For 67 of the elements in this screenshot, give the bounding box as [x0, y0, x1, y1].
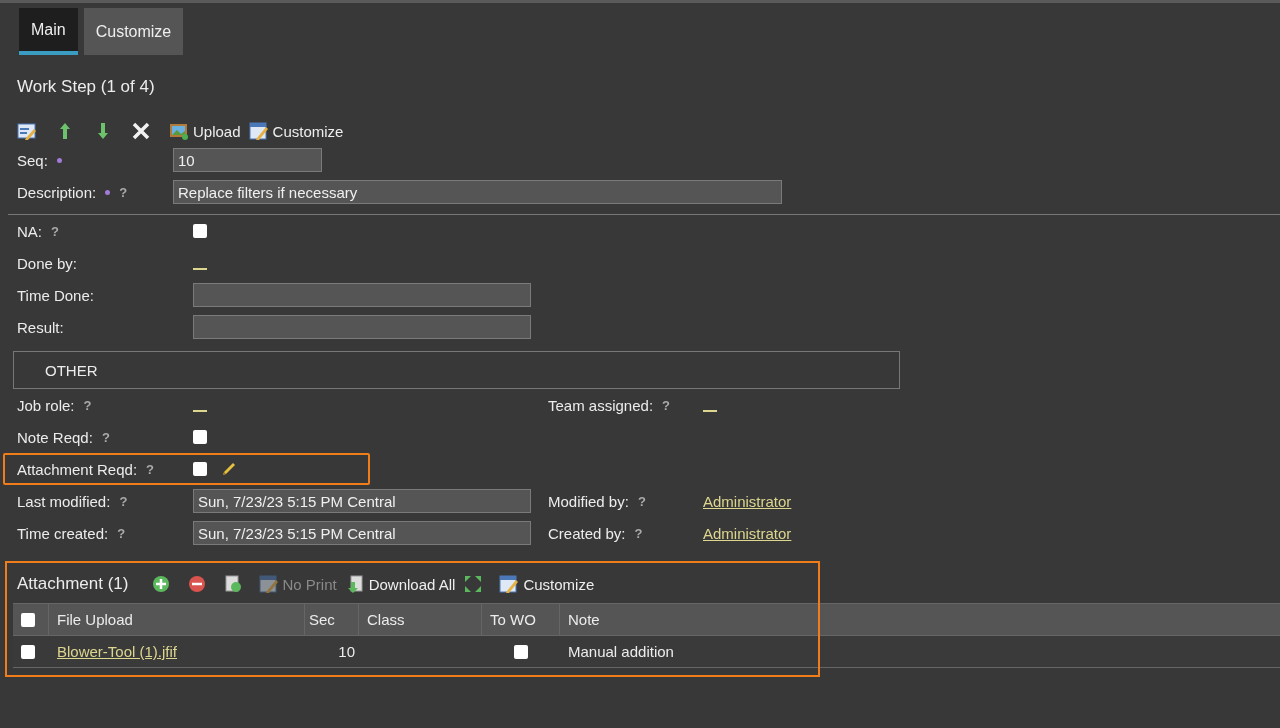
help-mark[interactable]: ?	[119, 493, 128, 509]
user-link[interactable]: Administrator	[703, 492, 792, 510]
help-mark[interactable]: ?	[83, 397, 92, 413]
input-field[interactable]	[193, 315, 531, 339]
field-label: Description:	[17, 183, 97, 201]
form-pencil-icon	[258, 574, 279, 594]
help-mark[interactable]: ?	[634, 525, 643, 541]
file-link[interactable]: Blower-Tool (1).jfif	[57, 643, 178, 660]
help-mark[interactable]: ?	[101, 429, 110, 445]
field-label: Note Reqd:	[17, 428, 93, 446]
help-mark[interactable]: ?	[51, 223, 59, 239]
field-label: Job role:	[17, 396, 75, 414]
toolbar-button[interactable]: Download All	[344, 574, 456, 594]
input-field[interactable]	[193, 283, 531, 307]
delete-button[interactable]	[131, 121, 151, 141]
field-label: Modified by:	[548, 492, 629, 510]
field-label: Attachment Reqd:	[17, 460, 138, 478]
field-label: NA:	[17, 222, 42, 240]
checkbox[interactable]	[21, 612, 35, 627]
toolbar-button[interactable]	[17, 121, 37, 141]
checkbox[interactable]	[514, 644, 528, 659]
section-title: Attachment (1)	[17, 574, 129, 594]
section-header-bar[interactable]: OTHER	[13, 351, 900, 389]
field-label: Result:	[17, 318, 64, 336]
toolbar-button[interactable]	[186, 574, 207, 594]
toolbar-button[interactable]: Customize	[499, 574, 595, 594]
input-field[interactable]: Sun, 7/23/23 5:15 PM Central	[193, 489, 531, 513]
input-field[interactable]: 10	[173, 148, 322, 172]
input-field[interactable]: Replace filters if necessary	[173, 180, 782, 204]
toolbar-button[interactable]	[150, 574, 171, 594]
field-label: Done by:	[17, 254, 78, 272]
field-label: Last modified:	[17, 492, 111, 510]
checkbox[interactable]	[193, 224, 207, 238]
toolbar-button[interactable]	[222, 574, 243, 594]
form-pencil-icon	[248, 121, 269, 141]
field-label: Team assigned:	[548, 396, 654, 414]
column-header[interactable]: Sec	[309, 611, 335, 628]
pencil-icon[interactable]	[221, 461, 237, 477]
column-header[interactable]: Class	[367, 611, 405, 628]
form-pencil-icon	[499, 574, 520, 594]
table-cell: 10	[338, 643, 355, 660]
toolbar-button[interactable]: Upload	[169, 121, 241, 141]
user-link[interactable]: Administrator	[703, 524, 792, 542]
tab[interactable]: Main	[19, 8, 78, 55]
field-label: Time Done:	[17, 286, 94, 304]
help-mark[interactable]: ?	[117, 525, 126, 541]
checkbox[interactable]	[21, 644, 35, 659]
table-cell: Manual addition	[568, 643, 674, 660]
column-header[interactable]: File Upload	[57, 611, 133, 628]
help-mark[interactable]: ?	[119, 184, 128, 200]
input-field[interactable]: Sun, 7/23/23 5:15 PM Central	[193, 521, 531, 545]
toolbar-button[interactable]	[463, 574, 484, 594]
picture-icon	[169, 121, 189, 141]
column-header[interactable]: Note	[568, 611, 600, 628]
field-label: Created by:	[548, 524, 626, 542]
section-header: OTHER	[45, 361, 98, 379]
checkbox[interactable]	[193, 430, 207, 444]
help-mark[interactable]: ?	[662, 397, 670, 413]
column-header[interactable]: To WO	[490, 611, 536, 628]
toolbar-button[interactable]: Customize	[248, 121, 344, 141]
checkbox[interactable]	[193, 462, 207, 476]
help-mark[interactable]: ?	[637, 493, 646, 509]
field-label: Seq:	[17, 151, 48, 169]
section-title: Work Step (1 of 4)	[17, 77, 156, 98]
field-label: Time created:	[17, 524, 109, 542]
tab[interactable]: Customize	[83, 8, 184, 55]
help-mark[interactable]: ?	[146, 461, 155, 477]
